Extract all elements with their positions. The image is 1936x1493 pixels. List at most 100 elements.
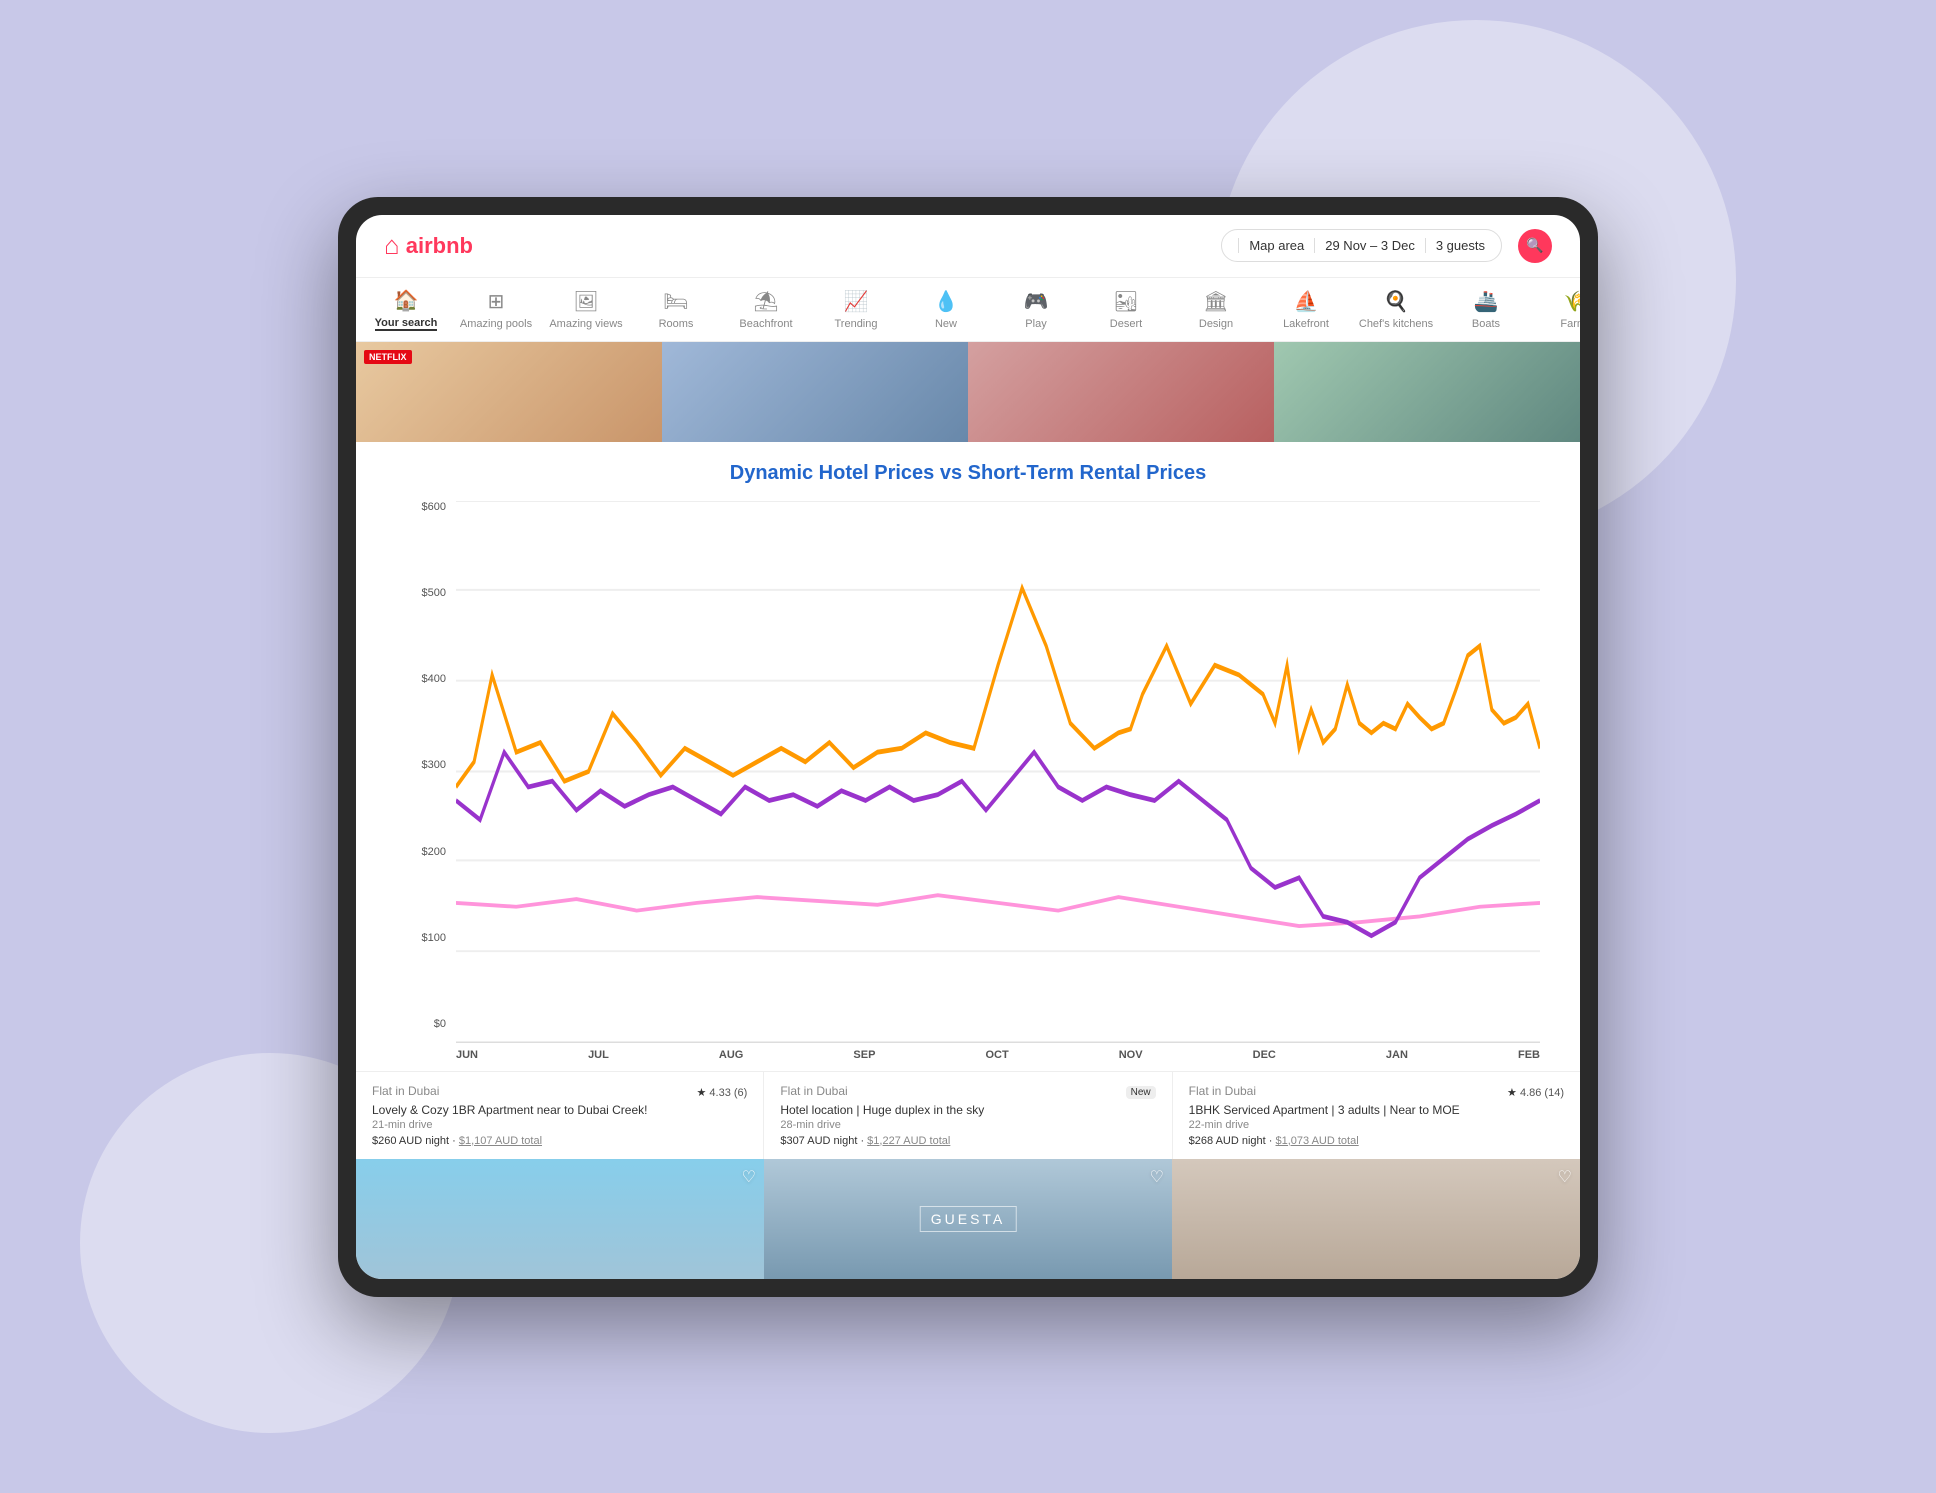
chart-svg [456,501,1540,1042]
new-icon: 💧 [934,289,959,314]
chart-y-axis: $600 $500 $400 $300 $200 $100 $0 [396,501,446,1061]
second-image-3: ♡ [1172,1159,1580,1279]
new-label: New [935,318,957,330]
design-icon: 🏛 [1203,289,1228,314]
listing-1-rating: ★ 4.33 (6) [696,1086,747,1099]
category-trending[interactable]: 📈 Trending [826,289,886,330]
listing-item-1[interactable]: Flat in Dubai ★ 4.33 (6) Lovely & Cozy 1… [356,1072,764,1159]
desert-label: Desert [1110,318,1142,330]
dates-label: 29 Nov – 3 Dec [1314,238,1415,253]
category-amazing-pools[interactable]: ⊞ Amazing pools [466,289,526,330]
listing-1-price: $260 AUD night · $1,107 AUD total [372,1135,747,1147]
tablet-screen: ⌂ airbnb Map area 29 Nov – 3 Dec 3 guest… [356,215,1580,1279]
listing-3-location: Flat in Dubai [1189,1084,1256,1098]
search-button[interactable]: 🔍 [1518,229,1552,263]
heart-icon-1[interactable]: ♡ [742,1167,756,1187]
listing-2-drive: 28-min drive [780,1119,1155,1131]
category-amazing-views[interactable]: 🖼 Amazing views [556,289,616,330]
netflix-badge: NETFLIX [364,350,412,364]
category-farms[interactable]: 🌾 Farms [1546,289,1580,330]
x-label-jun: JUN [456,1049,478,1061]
y-label-100: $100 [396,932,446,944]
beachfront-label: Beachfront [739,318,792,330]
category-lakefront[interactable]: ⛵ Lakefront [1276,289,1336,330]
category-chefs-kitchens[interactable]: 🍳 Chef's kitchens [1366,289,1426,330]
category-design[interactable]: 🏛 Design [1186,289,1246,330]
category-rooms[interactable]: 🛏 Rooms [646,289,706,330]
category-your-search[interactable]: 🏠 Your search [376,288,436,331]
second-image-1: ♡ [356,1159,764,1279]
listing-2-price: $307 AUD night · $1,227 AUD total [780,1135,1155,1147]
listings-row: Flat in Dubai ★ 4.33 (6) Lovely & Cozy 1… [356,1071,1580,1159]
listing-item-2[interactable]: Flat in Dubai New Hotel location | Huge … [764,1072,1172,1159]
tablet-device: ⌂ airbnb Map area 29 Nov – 3 Dec 3 guest… [338,197,1598,1297]
listing-2-location: Flat in Dubai [780,1084,847,1098]
x-label-jan: JAN [1386,1049,1408,1061]
strip-image-4 [1274,342,1580,442]
y-label-400: $400 [396,673,446,685]
rooms-label: Rooms [659,318,694,330]
category-desert[interactable]: 🏜 Desert [1096,289,1156,330]
design-label: Design [1199,318,1233,330]
amazing-pools-icon: ⊞ [488,289,505,314]
strip-image-3 [968,342,1274,442]
chart-x-axis: JUN JUL AUG SEP OCT NOV DEC JAN FEB [456,1043,1540,1061]
x-label-jul: JUL [588,1049,609,1061]
farms-label: Farms [1560,318,1580,330]
desert-icon: 🏜 [1113,289,1138,314]
listing-1-drive: 21-min drive [372,1119,747,1131]
your-search-label: Your search [375,317,438,331]
y-label-500: $500 [396,587,446,599]
listing-3-name: 1BHK Serviced Apartment | 3 adults | Nea… [1189,1103,1564,1117]
guesta-label: GUESTA [920,1206,1017,1232]
base-rate-line [456,895,1540,926]
chart-section: Dynamic Hotel Prices vs Short-Term Renta… [356,442,1580,1071]
y-label-0: $0 [396,1018,446,1030]
x-label-feb: FEB [1518,1049,1540,1061]
listing-1-name: Lovely & Cozy 1BR Apartment near to Duba… [372,1103,747,1117]
airbnb-logo-icon: ⌂ [384,230,400,261]
amazing-views-icon: 🖼 [573,289,598,314]
amazing-views-label: Amazing views [549,318,622,330]
heart-icon-2[interactable]: ♡ [1150,1167,1164,1187]
rooms-icon: 🛏 [663,289,688,314]
second-image-row: ♡ ♡ GUESTA ♡ [356,1159,1580,1279]
listing-3-drive: 22-min drive [1189,1119,1564,1131]
hotel-prices-line [456,587,1540,786]
category-new[interactable]: 💧 New [916,289,976,330]
category-boats[interactable]: 🚢 Boats [1456,289,1516,330]
trending-icon: 📈 [844,289,869,314]
listing-3-header: Flat in Dubai ★ 4.86 (14) [1189,1084,1564,1101]
category-beachfront[interactable]: ⛱ Beachfront [736,289,796,330]
x-label-dec: DEC [1253,1049,1276,1061]
strip-image-1: NETFLIX [356,342,662,442]
airbnb-logo: ⌂ airbnb [384,230,473,261]
listing-1-location: Flat in Dubai [372,1084,439,1098]
listing-2-new-badge: New [1126,1086,1156,1099]
listing-item-3[interactable]: Flat in Dubai ★ 4.86 (14) 1BHK Serviced … [1173,1072,1580,1159]
listing-1-header: Flat in Dubai ★ 4.33 (6) [372,1084,747,1101]
x-label-oct: OCT [985,1049,1008,1061]
heart-icon-3[interactable]: ♡ [1558,1167,1572,1187]
beachfront-icon: ⛱ [753,289,778,314]
search-pill[interactable]: Map area 29 Nov – 3 Dec 3 guests [1221,229,1502,262]
listing-3-price: $268 AUD night · $1,073 AUD total [1189,1135,1564,1147]
your-search-icon: 🏠 [394,288,419,313]
chefs-kitchens-icon: 🍳 [1384,289,1409,314]
chart-title: Dynamic Hotel Prices vs Short-Term Renta… [396,462,1540,485]
amazing-pools-label: Amazing pools [460,318,532,330]
trending-label: Trending [834,318,877,330]
listing-3-rating: ★ 4.86 (14) [1507,1086,1564,1099]
lakefront-icon: ⛵ [1294,289,1319,314]
airbnb-logo-text: airbnb [406,233,473,259]
map-area-label: Map area [1238,238,1304,253]
second-image-2: ♡ GUESTA [764,1159,1172,1279]
header-controls: Map area 29 Nov – 3 Dec 3 guests 🔍 [1221,229,1552,263]
play-icon: 🎮 [1024,289,1049,314]
app-header: ⌂ airbnb Map area 29 Nov – 3 Dec 3 guest… [356,215,1580,278]
property-image-strip: NETFLIX [356,342,1580,442]
chart-container: $600 $500 $400 $300 $200 $100 $0 [396,501,1540,1061]
x-label-aug: AUG [719,1049,743,1061]
category-play[interactable]: 🎮 Play [1006,289,1066,330]
boats-label: Boats [1472,318,1500,330]
